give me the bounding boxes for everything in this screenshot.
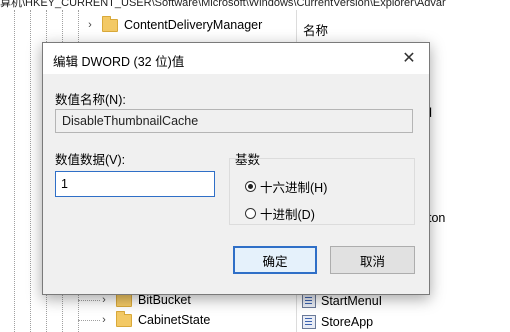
registry-value-icon bbox=[302, 315, 316, 329]
radio-decimal[interactable]: 十进制(D) bbox=[245, 204, 315, 223]
radio-hexadecimal[interactable]: 十六进制(H) bbox=[245, 177, 327, 196]
close-icon[interactable]: ✕ bbox=[397, 46, 421, 70]
value-name-fragment: ton bbox=[428, 211, 446, 225]
radio-label: 十进制(D) bbox=[260, 208, 315, 222]
folder-icon bbox=[102, 15, 118, 32]
chevron-right-icon[interactable]: › bbox=[84, 19, 96, 31]
tree-guide-line bbox=[14, 10, 15, 332]
column-header-name[interactable]: 名称 bbox=[303, 20, 328, 39]
dialog-titlebar[interactable]: 编辑 DWORD (32 位)值 ✕ bbox=[43, 43, 429, 74]
value-item-label: StoreApp bbox=[321, 315, 374, 329]
value-data-label: 数值数据(V): bbox=[55, 153, 126, 167]
ok-button[interactable]: 确定 bbox=[233, 246, 317, 274]
address-path: 算机\HKEY_CURRENT_USER\Software\Microsoft\… bbox=[0, 0, 446, 9]
address-bar[interactable]: 算机\HKEY_CURRENT_USER\Software\Microsoft\… bbox=[0, 0, 510, 10]
radio-selected-icon[interactable] bbox=[245, 181, 256, 192]
tree-item-contentdeliverymanager[interactable]: › ContentDeliveryManager bbox=[84, 15, 262, 35]
value-data-input[interactable]: 1 bbox=[55, 171, 215, 197]
tree-branch-line bbox=[78, 320, 100, 321]
folder-icon bbox=[116, 290, 132, 307]
tree-guide-line bbox=[30, 10, 31, 332]
radio-unselected-icon[interactable] bbox=[245, 208, 256, 219]
radio-label: 十六进制(H) bbox=[260, 181, 328, 195]
folder-icon bbox=[116, 310, 132, 327]
tree-item-label: BitBucket bbox=[138, 293, 191, 307]
chevron-right-icon[interactable]: › bbox=[98, 294, 110, 306]
tree-item-label: ContentDeliveryManager bbox=[124, 18, 263, 32]
value-name-field[interactable]: DisableThumbnailCache bbox=[55, 109, 413, 133]
cancel-button[interactable]: 取消 bbox=[330, 246, 415, 274]
edit-dword-dialog: 编辑 DWORD (32 位)值 ✕ 数值名称(N): DisableThumb… bbox=[42, 42, 430, 295]
dialog-title: 编辑 DWORD (32 位)值 bbox=[53, 55, 185, 69]
tree-item-label: CabinetState bbox=[138, 313, 211, 327]
value-name-label: 数值名称(N): bbox=[55, 93, 126, 107]
value-item-label: StartMenuI bbox=[321, 294, 383, 308]
tree-item-cabinetstate[interactable]: › CabinetState bbox=[98, 310, 210, 330]
chevron-right-icon[interactable]: › bbox=[98, 314, 110, 326]
value-item-storeapp[interactable]: StoreApp bbox=[302, 312, 373, 332]
tree-branch-line bbox=[78, 300, 100, 301]
registry-value-icon bbox=[302, 294, 316, 308]
